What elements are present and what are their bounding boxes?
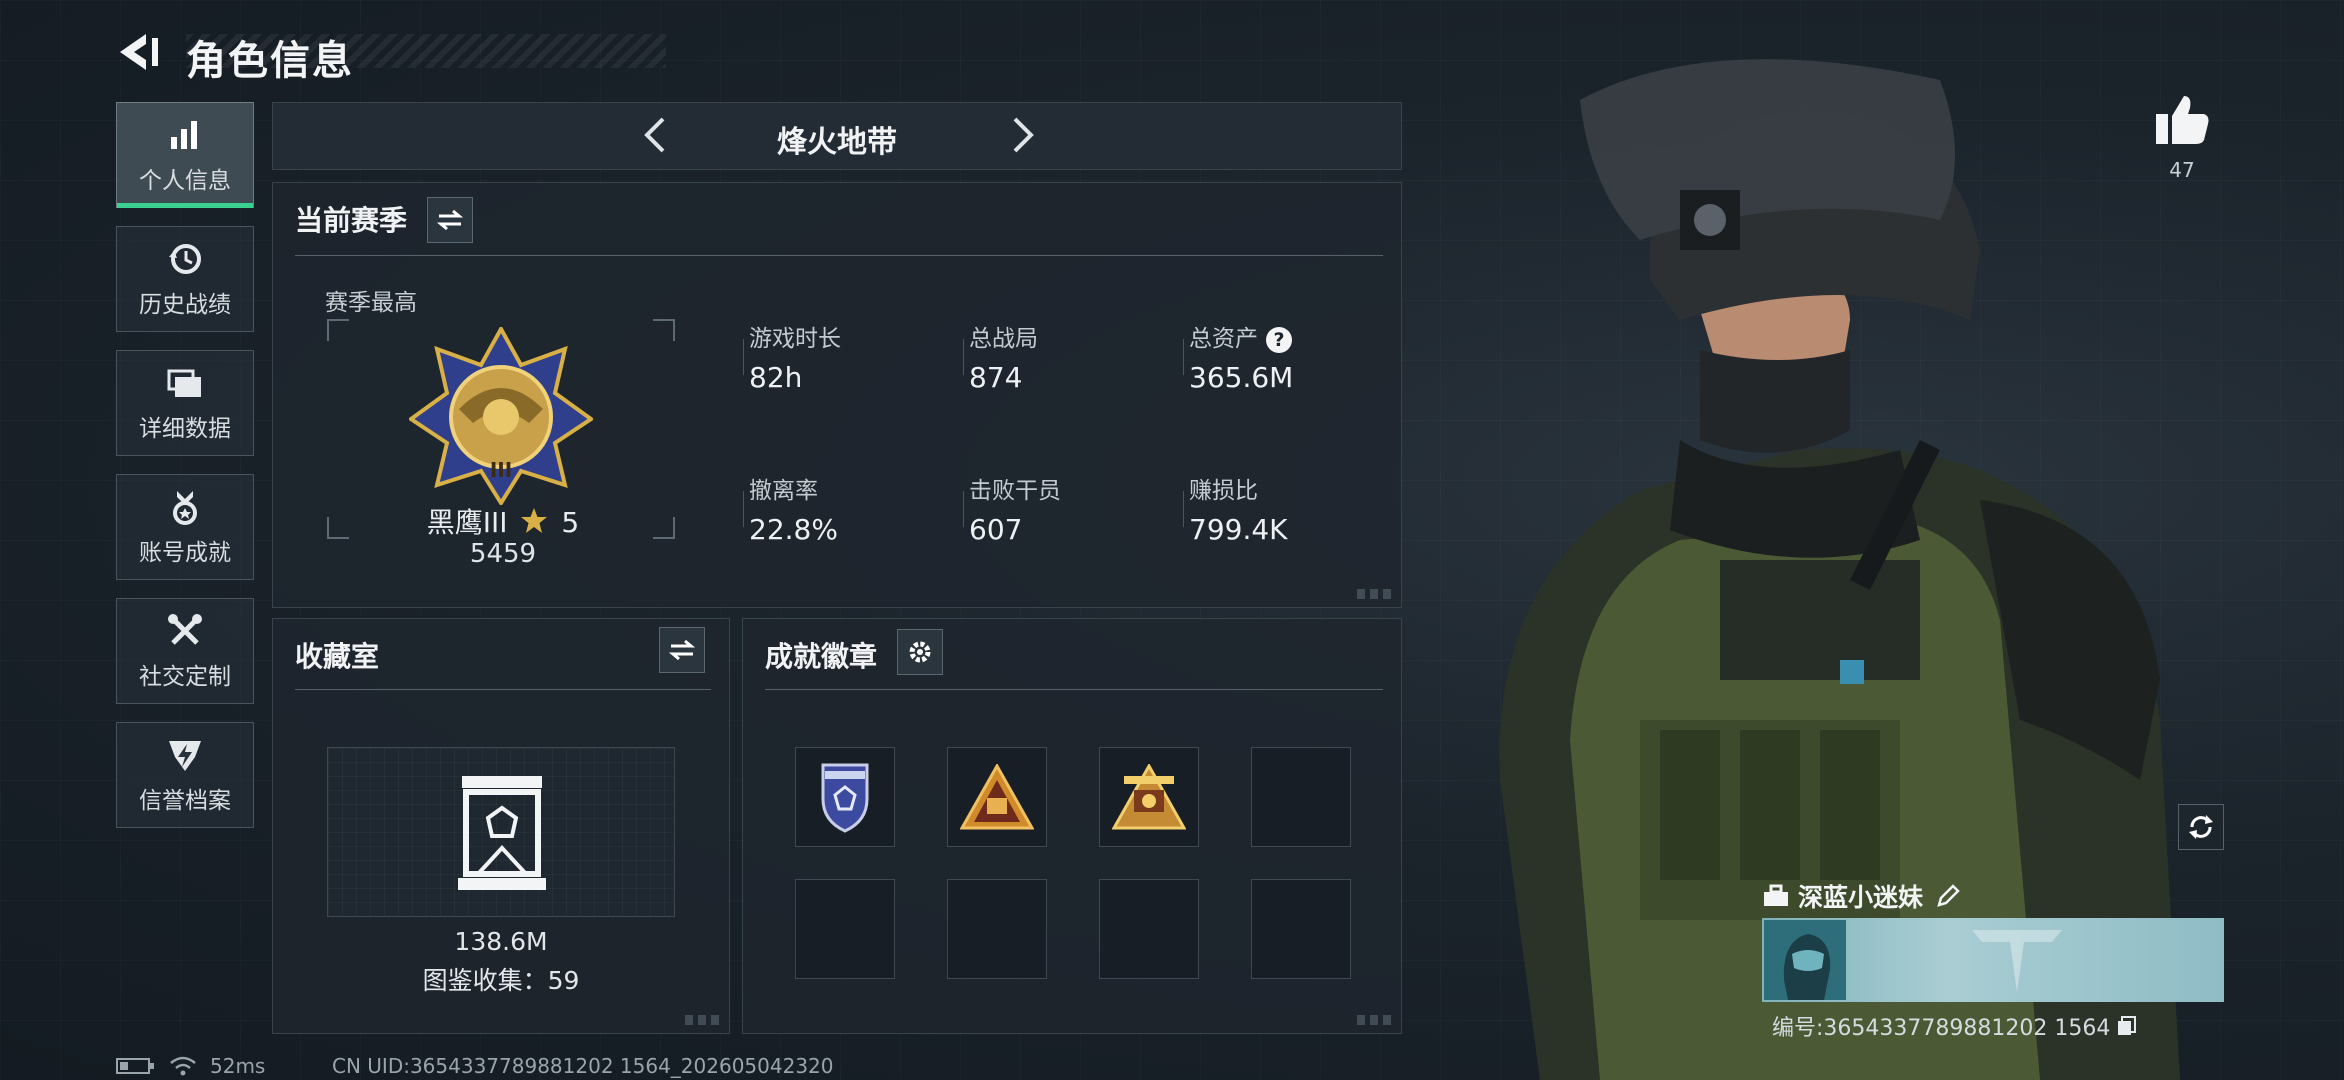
mode-selector: 烽火地带: [272, 102, 1402, 170]
uid-text: CN UID:3654337789881202 1564_20260504232…: [332, 1054, 834, 1078]
display-case-icon: [458, 776, 546, 890]
player-name: 深蓝小迷妹: [1798, 883, 1924, 912]
current-season-panel: 当前赛季 赛季最高 III 黑鹰III 5 5459 游戏时长 82h 总战局 …: [272, 182, 1402, 608]
sidebar-item-detailed-data[interactable]: 详细数据: [116, 350, 254, 456]
sidebar: 个人信息 历史战绩 详细数据 账号成就 社交定制 信誉档案: [116, 102, 254, 846]
panel-title: 当前赛季: [295, 204, 408, 237]
badge-slot[interactable]: [1099, 747, 1199, 847]
panel-title: 成就徽章: [765, 640, 878, 673]
badge-slot-empty[interactable]: [947, 879, 1047, 979]
player-banner[interactable]: [1762, 918, 2224, 1002]
sidebar-item-label: 详细数据: [139, 416, 231, 442]
player-name-row: 深蓝小迷妹: [1762, 876, 2224, 916]
police-badge-icon: [821, 763, 869, 833]
wifi-icon: [170, 1056, 196, 1076]
page-title: 角色信息: [186, 38, 354, 84]
player-id-row: 编号:3654337789881202 1564: [1772, 1010, 2138, 1042]
mode-title: 烽火地带: [777, 125, 897, 160]
help-icon[interactable]: ?: [1266, 326, 1292, 353]
collection-room-panel[interactable]: 收藏室 138.6M 图鉴收集：59: [272, 618, 730, 1034]
badge-settings-button[interactable]: [897, 629, 943, 675]
divider: [295, 255, 1383, 256]
sidebar-item-match-history[interactable]: 历史战绩: [116, 226, 254, 332]
stat-extraction-rate: 撤离率 22.8%: [749, 478, 838, 546]
medal-icon: [173, 491, 197, 525]
swap-icon: [668, 639, 696, 661]
divider: [765, 689, 1383, 690]
chevron-right-icon[interactable]: [999, 113, 1043, 157]
edit-pencil-icon[interactable]: [1935, 883, 1961, 909]
golden-emblem-icon: [1112, 764, 1186, 830]
page-header: 角色信息: [116, 22, 666, 84]
banner-emblem-icon: [1972, 930, 2062, 992]
star-icon: [521, 508, 548, 533]
sidebar-item-label: 社交定制: [139, 664, 231, 690]
stat-total-assets: 总资产? 365.6M: [1189, 326, 1294, 394]
stat-total-matches: 总战局 874: [969, 326, 1038, 394]
sidebar-item-achievements[interactable]: 账号成就: [116, 474, 254, 580]
rank-name: 黑鹰III 5: [426, 506, 580, 539]
collection-count: 图鉴收集：59: [422, 966, 580, 995]
badge-slot-empty[interactable]: [1099, 879, 1199, 979]
sidebar-item-label: 信誉档案: [139, 788, 231, 814]
sidebar-item-label: 历史战绩: [139, 292, 231, 318]
sidebar-item-label: 账号成就: [139, 540, 231, 566]
like-count: 47: [2169, 158, 2195, 182]
hazard-triangle-icon: [960, 764, 1034, 830]
collection-value: 138.6M: [454, 927, 548, 956]
stat-profit-loss: 赚损比 799.4K: [1189, 478, 1288, 546]
status-bar: 52ms: [116, 1054, 265, 1078]
season-best-label: 赛季最高: [325, 290, 417, 316]
bar-chart-icon: [171, 121, 197, 149]
rotate-icon: [2189, 815, 2213, 839]
badge-slot-empty[interactable]: [1251, 879, 1351, 979]
stat-play-time: 游戏时长 82h: [749, 326, 841, 394]
folders-icon: [167, 369, 201, 397]
rank-score: 5459: [469, 539, 537, 569]
back-arrow-icon[interactable]: [116, 30, 160, 74]
collection-switch-button[interactable]: [659, 627, 705, 673]
history-clock-icon: [169, 244, 201, 274]
gear-icon: [909, 641, 931, 663]
swap-icon: [436, 209, 464, 231]
rotate-model-button[interactable]: [2178, 804, 2224, 850]
badge-slot[interactable]: [795, 747, 895, 847]
battery-icon: [116, 1058, 154, 1074]
player-id: 编号:3654337789881202 1564: [1772, 1016, 2111, 1041]
svg-text:III: III: [490, 458, 512, 482]
achievement-badges-panel: 成就徽章: [742, 618, 1402, 1034]
season-switch-button[interactable]: [427, 197, 473, 243]
tools-icon: [168, 614, 202, 645]
sidebar-item-personal-info[interactable]: 个人信息: [116, 102, 254, 208]
divider: [295, 689, 711, 690]
badge-slot-empty[interactable]: [1251, 747, 1351, 847]
avatar-image: [1764, 920, 1846, 1000]
badge-slot[interactable]: [947, 747, 1047, 847]
sidebar-item-credit-record[interactable]: 信誉档案: [116, 722, 254, 828]
copy-icon[interactable]: [2116, 1015, 2138, 1037]
stat-operators-defeated: 击败干员 607: [969, 478, 1061, 546]
avatar[interactable]: [1764, 920, 1846, 1000]
thumbs-up-icon[interactable]: [2152, 92, 2212, 148]
badge-slot-empty[interactable]: [795, 879, 895, 979]
shield-bolt-icon: [169, 741, 201, 771]
collection-preview: [327, 747, 675, 917]
panel-title: 收藏室: [295, 640, 380, 673]
briefcase-icon: [1764, 884, 1788, 906]
sidebar-item-social-custom[interactable]: 社交定制: [116, 598, 254, 704]
ping-value: 52ms: [210, 1054, 266, 1078]
sidebar-item-label: 个人信息: [139, 168, 231, 194]
rank-emblem-icon: III: [409, 327, 593, 505]
player-card: 深蓝小迷妹 编号:3654337789881202 1564: [1762, 876, 2224, 1041]
